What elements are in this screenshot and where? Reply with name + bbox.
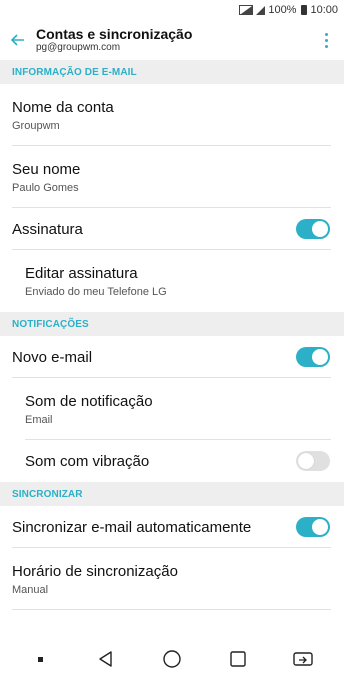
edit-signature-value: Enviado do meu Telefone LG	[25, 285, 167, 298]
new-email-label: Novo e-mail	[12, 348, 93, 366]
auto-sync-label: Sincronizar e-mail automaticamente	[12, 518, 252, 536]
your-name-label: Seu nome	[12, 160, 81, 178]
notification-sound-label: Som de notificação	[25, 392, 153, 410]
account-name-row[interactable]: Nome da conta Groupwm	[0, 84, 344, 146]
section-notifications: NOTIFICAÇÕES	[0, 312, 344, 336]
new-email-row[interactable]: Novo e-mail	[0, 336, 344, 378]
edit-signature-row[interactable]: Editar assinatura Enviado do meu Telefon…	[0, 250, 344, 312]
sync-schedule-value: Manual	[12, 583, 49, 596]
account-name-value: Groupwm	[12, 119, 60, 132]
nav-home-icon[interactable]	[152, 639, 192, 679]
status-bar: 100% 10:00	[0, 0, 344, 20]
nav-back-icon[interactable]	[86, 639, 126, 679]
more-vert-icon[interactable]	[318, 28, 334, 52]
vibration-sound-toggle[interactable]	[296, 451, 330, 471]
clock: 10:00	[310, 4, 338, 16]
navigation-bar	[0, 630, 344, 688]
account-name-label: Nome da conta	[12, 98, 114, 116]
battery-icon	[301, 5, 308, 15]
edit-signature-label: Editar assinatura	[25, 264, 138, 282]
vibration-sound-row[interactable]: Som com vibração	[0, 440, 344, 482]
nav-dual-window-icon[interactable]	[283, 639, 323, 679]
nfc-sim-icon	[239, 5, 254, 15]
auto-sync-row[interactable]: Sincronizar e-mail automaticamente	[0, 506, 344, 548]
sync-schedule-row[interactable]: Horário de sincronização Manual	[0, 548, 344, 610]
section-sync: SINCRONIZAR	[0, 482, 344, 506]
back-arrow-icon[interactable]	[10, 32, 30, 48]
vibration-sound-label: Som com vibração	[25, 452, 150, 470]
your-name-value: Paulo Gomes	[12, 181, 79, 194]
notification-sound-row[interactable]: Som de notificação Email	[0, 378, 344, 440]
signal-icon	[256, 5, 266, 15]
nav-recents-icon[interactable]	[218, 639, 258, 679]
signature-label: Assinatura	[12, 220, 83, 238]
auto-sync-toggle[interactable]	[296, 517, 330, 537]
nav-dot-icon[interactable]	[21, 639, 61, 679]
your-name-row[interactable]: Seu nome Paulo Gomes	[0, 146, 344, 208]
signature-toggle[interactable]	[296, 219, 330, 239]
section-email-info: INFORMAÇÃO DE E-MAIL	[0, 60, 344, 84]
signature-row[interactable]: Assinatura	[0, 208, 344, 250]
account-email: pg@groupwm.com	[36, 42, 121, 53]
app-bar: Contas e sincronização pg@groupwm.com	[0, 20, 344, 60]
page-title: Contas e sincronização	[36, 26, 193, 42]
battery-percent: 100%	[268, 4, 297, 16]
sync-schedule-label: Horário de sincronização	[12, 562, 178, 580]
notification-sound-value: Email	[25, 413, 53, 426]
new-email-toggle[interactable]	[296, 347, 330, 367]
